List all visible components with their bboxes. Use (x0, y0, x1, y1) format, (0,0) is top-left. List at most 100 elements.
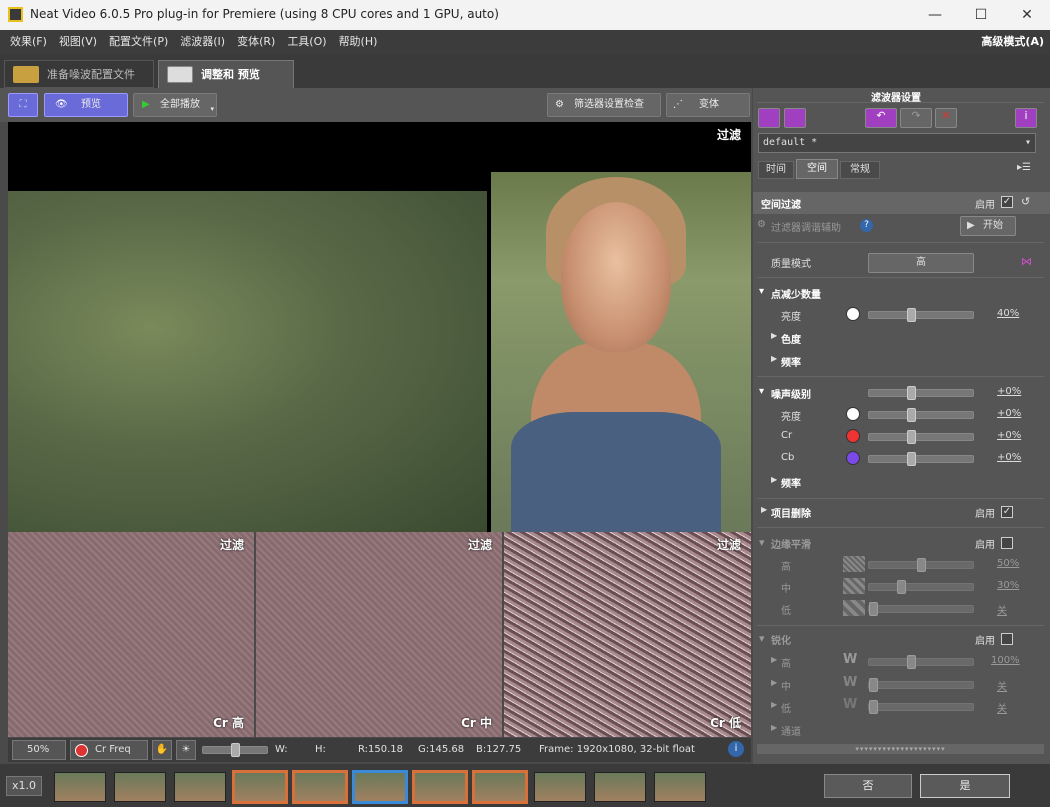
brightness-icon[interactable]: ☀ (176, 740, 196, 760)
sharpen-mid-value[interactable]: 关 (997, 678, 1007, 693)
slider-knob[interactable] (907, 386, 916, 400)
channel-select[interactable]: Cr Freq (70, 740, 148, 760)
bowtie-icon[interactable]: ⋈ (1021, 255, 1032, 268)
nl-luma-value[interactable]: +0% (997, 408, 1021, 419)
chroma-row[interactable]: ▶ 色度 (753, 327, 1050, 349)
save-preset-icon[interactable] (784, 108, 806, 128)
slider-knob[interactable] (907, 655, 916, 669)
slider-knob[interactable] (907, 430, 916, 444)
frame-thumb-selected[interactable] (232, 770, 288, 804)
nl-freq-row[interactable]: ▶ 频率 (753, 471, 1050, 493)
start-button[interactable]: ▶ 开始 (960, 216, 1016, 236)
slider-knob[interactable] (907, 308, 916, 322)
info-icon[interactable]: i (1015, 108, 1037, 128)
freq-row[interactable]: ▶ 频率 (753, 350, 1050, 372)
tab-temporal[interactable]: 时间 (758, 161, 794, 179)
sharpen-low-slider[interactable] (868, 700, 974, 714)
edge-mid-value[interactable]: 30% (997, 580, 1019, 591)
menu-variants[interactable]: 变体(R) (231, 30, 281, 54)
frame-thumb[interactable] (114, 772, 166, 802)
nl-luma-slider[interactable] (868, 408, 974, 422)
sharpen-high-slider[interactable] (868, 655, 974, 669)
menu-filter[interactable]: 滤波器(I) (174, 30, 231, 54)
minimize-button[interactable]: — (912, 0, 958, 30)
slider-knob[interactable] (907, 452, 916, 466)
frame-thumb-selected[interactable] (292, 770, 348, 804)
preview-viewer[interactable]: 过滤 (8, 122, 751, 532)
menu-view[interactable]: 视图(V) (53, 30, 103, 54)
edge-high-value[interactable]: 50% (997, 558, 1019, 569)
cb-slider[interactable] (868, 452, 974, 466)
frame-thumb[interactable] (534, 772, 586, 802)
noise-level-value[interactable]: +0% (997, 386, 1021, 397)
redo-icon[interactable]: ↷ (900, 108, 932, 128)
edge-enable-checkbox[interactable] (1001, 537, 1013, 549)
band-view-mid[interactable]: 过滤 Cr 中 (256, 532, 502, 737)
info-icon[interactable]: i (728, 741, 744, 757)
frame-thumb[interactable] (54, 772, 106, 802)
luma-slider[interactable] (868, 308, 974, 322)
slider-knob[interactable] (907, 408, 916, 422)
edge-high-slider[interactable] (868, 558, 974, 572)
menu-help[interactable]: 帮助(H) (333, 30, 384, 54)
slider-knob[interactable] (869, 602, 878, 616)
reset-icon[interactable]: ✕ (935, 108, 957, 128)
noise-reduction-header[interactable]: ▾ 点减少数量 (753, 282, 1050, 304)
cr-value[interactable]: +0% (997, 430, 1021, 441)
slider-knob[interactable] (917, 558, 926, 572)
play-all-button[interactable]: ▶ 全部播放 ▾ (133, 93, 217, 117)
tab-spatial[interactable]: 空间 (796, 159, 838, 179)
preview-button[interactable]: 👁 预览 (44, 93, 128, 117)
tab-adjust-preview[interactable]: 调整和 预览 (158, 60, 294, 88)
menu-icon[interactable]: ▸☰ (1017, 162, 1031, 173)
close-button[interactable]: ✕ (1004, 0, 1050, 30)
filter-check-button[interactable]: ⚙ 筛选器设置检查 (547, 93, 661, 117)
band-view-high[interactable]: 过滤 Cr 高 (8, 532, 254, 737)
cancel-button[interactable]: 否 (824, 774, 912, 798)
quality-select[interactable]: 高 (868, 253, 974, 273)
open-preset-icon[interactable] (758, 108, 780, 128)
sharpen-mid-slider[interactable] (868, 678, 974, 692)
frame-thumb[interactable] (594, 772, 646, 802)
menu-profile[interactable]: 配置文件(P) (103, 30, 174, 54)
frame-thumb-selected[interactable] (412, 770, 468, 804)
hand-icon[interactable]: ✋ (152, 740, 172, 760)
frame-thumb[interactable] (654, 772, 706, 802)
panel-scroll-indicator[interactable]: ▾▾▾▾▾▾▾▾▾▾▾▾▾▾▾▾▾▾▾▾ (757, 744, 1044, 754)
maximize-button[interactable]: ☐ (958, 0, 1004, 30)
preset-select[interactable]: default * ▾ (758, 133, 1036, 153)
advanced-mode-toggle[interactable]: 高级模式(A) (981, 30, 1044, 54)
sharpen-high-value[interactable]: 100% (991, 655, 1020, 666)
slider-knob[interactable] (869, 700, 878, 714)
tab-prepare-profile[interactable]: 准备噪波配置文件 (4, 60, 154, 88)
cr-slider[interactable] (868, 430, 974, 444)
menu-tools[interactable]: 工具(O) (281, 30, 332, 54)
menu-effects[interactable]: 效果(F) (4, 30, 53, 54)
zoom-select[interactable]: 50% (12, 740, 66, 760)
fit-view-button[interactable]: ⛶ (8, 93, 38, 117)
sharpen-low-value[interactable]: 关 (997, 700, 1007, 715)
variants-button[interactable]: ⋰ 变体 (666, 93, 750, 117)
frame-thumb[interactable] (174, 772, 226, 802)
edge-low-value[interactable]: 关 (997, 602, 1007, 617)
noise-level-slider[interactable] (868, 386, 974, 400)
slider-knob[interactable] (869, 678, 878, 692)
tab-general[interactable]: 常规 (840, 161, 880, 179)
edge-low-slider[interactable] (868, 602, 974, 616)
luma-value[interactable]: 40% (997, 308, 1019, 319)
spatial-enable-checkbox[interactable]: ✓ (1001, 196, 1013, 208)
channel-row[interactable]: ▶ 通道 (753, 719, 1050, 741)
ok-button[interactable]: 是 (920, 774, 1010, 798)
band-view-low[interactable]: 过滤 Cr 低 (504, 532, 751, 737)
edge-mid-slider[interactable] (868, 580, 974, 594)
slider-knob[interactable] (231, 743, 240, 757)
frame-thumb-selected[interactable] (472, 770, 528, 804)
help-icon[interactable]: ? (860, 219, 873, 232)
speed-select[interactable]: x1.0 (6, 776, 42, 796)
slider-knob[interactable] (897, 580, 906, 594)
frame-thumb-current[interactable] (352, 770, 408, 804)
reset-icon[interactable]: ↺ (1021, 195, 1030, 208)
cb-value[interactable]: +0% (997, 452, 1021, 463)
brightness-slider[interactable] (202, 743, 268, 757)
artifact-enable-checkbox[interactable]: ✓ (1001, 506, 1013, 518)
